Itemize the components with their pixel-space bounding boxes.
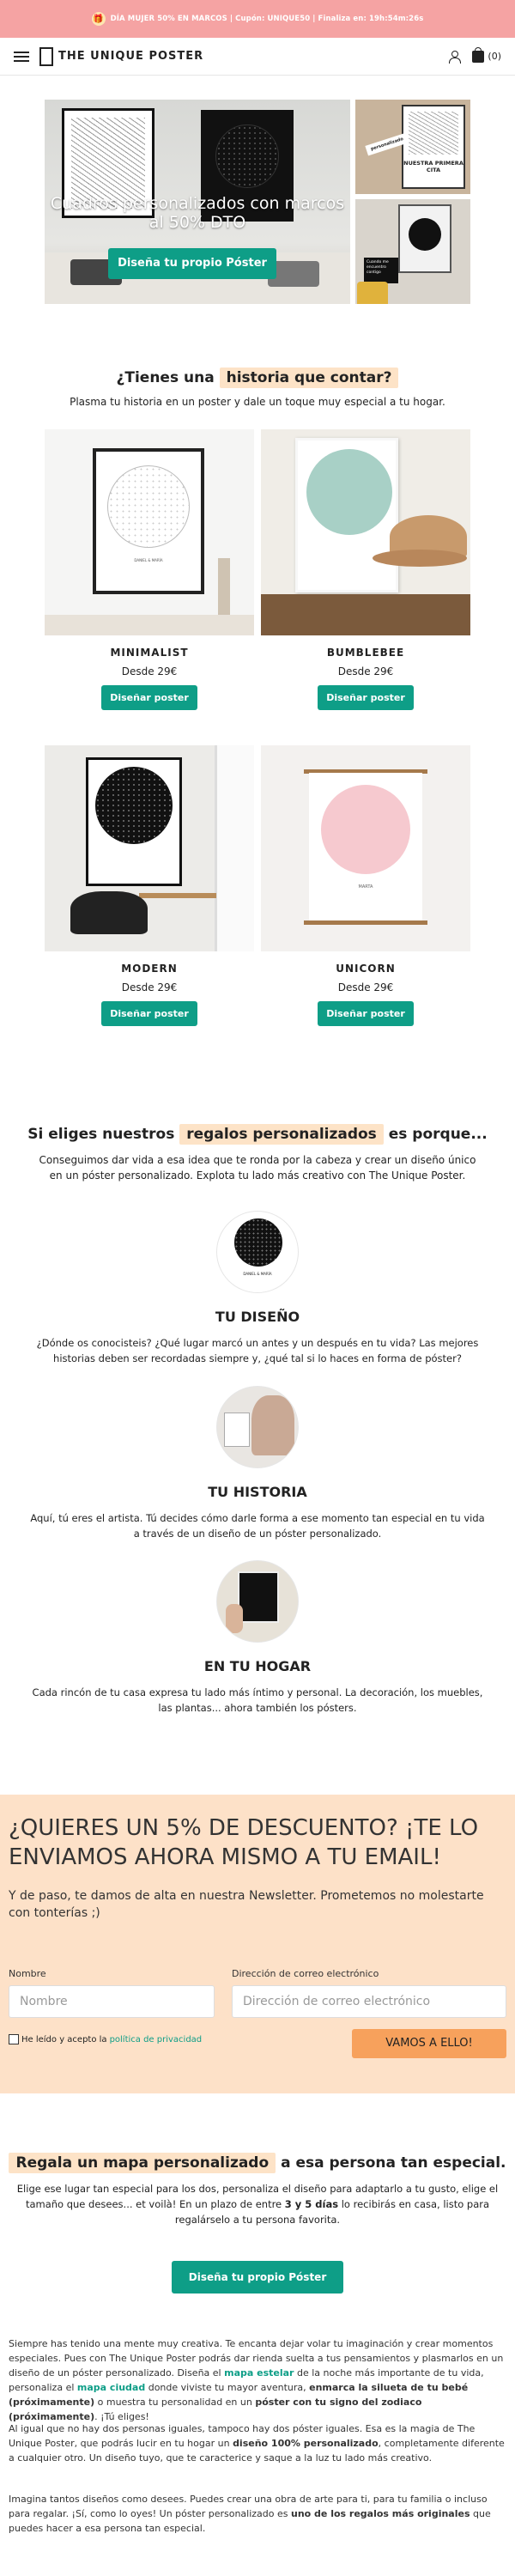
product-price: Desde 29€ [337, 665, 394, 677]
gift-map-subtitle: Elige ese lugar tan especial para los do… [12, 2181, 503, 2227]
email-input[interactable] [232, 1985, 506, 2018]
feature-image-home [216, 1560, 299, 1643]
feature-image-story [216, 1386, 299, 1468]
product-image-unicorn[interactable]: MARTA [261, 745, 470, 951]
feature-title: EN TU HOGAR [203, 1658, 312, 1674]
feature-text: Aquí, tú eres el artista. Tú decides cóm… [30, 1512, 485, 1540]
feature-image-design: DANIEL & MARÍA [216, 1211, 299, 1293]
hero-banner: Cuadros personalizados con marcos al 50%… [45, 100, 470, 304]
privacy-policy-link[interactable]: política de privacidad [110, 2035, 203, 2044]
gifts-title-pre: Si eliges nuestros [27, 1126, 175, 1143]
product-card-minimalist: DANIEL & MARÍA MINIMALIST Desde 29€ Dise… [45, 429, 254, 710]
gift-icon: 🎁 [91, 12, 106, 26]
body-paragraph-1: Siempre has tenido una mente muy creativ… [9, 2336, 506, 2424]
product-price: Desde 29€ [121, 665, 178, 677]
design-poster-button[interactable]: Diseñar poster [318, 1001, 414, 1026]
feature-tu-historia: TU HISTORIA Aquí, tú eres el artista. Tú… [26, 1386, 489, 1541]
product-image-minimalist[interactable]: DANIEL & MARÍA [45, 429, 254, 635]
feature-text: Cada rincón de tu casa expresa tu lado m… [32, 1686, 483, 1714]
gifts-title: Si eliges nuestros regalos personalizado… [0, 1124, 515, 1145]
hero-title: Cuadros personalizados con marcos al 50%… [50, 194, 345, 232]
feature-en-tu-hogar: EN TU HOGAR Cada rincón de tu casa expre… [26, 1560, 489, 1716]
promo-bar: 🎁 DÍA MUJER 50% EN MARCOS | Cupón: UNIQU… [0, 0, 515, 38]
consent-text: He leído y acepto la [21, 2034, 107, 2044]
hero-side-image-star-map[interactable]: Cuando me encuentro contigo [355, 199, 470, 304]
privacy-consent: He leído y acepto la política de privaci… [9, 2034, 202, 2044]
brand-name: THE UNIQUE POSTER [58, 50, 204, 63]
product-card-unicorn: MARTA UNICORN Desde 29€ Diseñar poster [261, 745, 470, 1026]
story-title: ¿Tienes una historia que contar? [0, 368, 515, 388]
account-icon[interactable] [448, 50, 462, 64]
gift-map-title-post: a esa persona tan especial. [281, 2154, 506, 2172]
gifts-title-post: es porque... [388, 1126, 488, 1143]
design-poster-button[interactable]: Diseñar poster [318, 685, 414, 710]
story-subtitle: Plasma tu historia en un poster y dale u… [70, 396, 445, 408]
newsletter-description: Y de paso, te damos de alta en nuestra N… [9, 1889, 484, 1920]
product-price: Desde 29€ [121, 981, 178, 993]
city-map-link[interactable]: mapa ciudad [77, 2382, 145, 2393]
brand-logo[interactable]: THE UNIQUE POSTER [39, 46, 204, 66]
product-name: UNICORN [336, 963, 396, 975]
design-poster-button[interactable]: Diseñar poster [101, 685, 197, 710]
gift-map-subtitle-bold: 3 y 5 días [284, 2198, 339, 2210]
product-name: BUMBLEBEE [326, 647, 405, 659]
design-poster-button[interactable]: Diseñar poster [101, 1001, 197, 1026]
hero-side-image-city-map[interactable]: NUESTRA PRIMERA CITA personalizado [355, 100, 470, 194]
gifts-subtitle: Conseguimos dar vida a esa idea que te r… [39, 1154, 476, 1182]
name-input[interactable] [9, 1985, 215, 2018]
product-price: Desde 29€ [337, 981, 394, 993]
newsletter-submit-button[interactable]: VAMOS A ELLO! [352, 2029, 506, 2058]
feature-title: TU DISEÑO [215, 1309, 300, 1325]
product-card-modern: MODERN Desde 29€ Diseñar poster [45, 745, 254, 1026]
side-tag: Cuando me encuentro contigo [364, 258, 398, 283]
product-name: MODERN [121, 963, 178, 975]
logo-frame-icon [39, 46, 53, 66]
privacy-checkbox[interactable] [9, 2034, 19, 2044]
gifts-title-highlight: regalos personalizados [179, 1124, 384, 1145]
menu-icon[interactable] [14, 51, 29, 62]
promo-text: DÍA MUJER 50% EN MARCOS | Cupón: UNIQUE5… [110, 15, 424, 23]
newsletter-title: ¿QUIERES UN 5% DE DESCUENTO? ¡TE LO ENVI… [9, 1815, 479, 1870]
feature-title: TU HISTORIA [208, 1484, 307, 1500]
feature-caption: DANIEL & MARÍA [243, 1272, 272, 1276]
p1-text-d: o muestra tu personalidad en un [97, 2397, 252, 2408]
hero-design-button[interactable]: Diseña tu propio Póster [108, 248, 276, 279]
p3-bold: uno de los regalos más originales [291, 2508, 470, 2519]
side-poster-title: NUESTRA PRIMERA CITA [403, 160, 464, 173]
p1-text-c: donde viviste tu mayor aventura, [148, 2382, 306, 2393]
name-label: Nombre [9, 1968, 46, 1979]
product-name: MINIMALIST [110, 647, 189, 659]
body-paragraph-2: Al igual que no hay dos personas iguales… [9, 2421, 506, 2465]
product-card-bumblebee: BUMBLEBEE Desde 29€ Diseñar poster [261, 429, 470, 710]
feature-text: ¿Dónde os conocisteis? ¿Qué lugar marcó … [36, 1337, 479, 1364]
story-title-highlight: historia que contar? [219, 368, 399, 388]
email-label: Dirección de correo electrónico [232, 1968, 379, 1979]
body-paragraph-3: Imagina tantos diseños como desees. Pued… [9, 2492, 506, 2536]
product-caption: MARTA [358, 884, 373, 890]
feature-tu-diseno: DANIEL & MARÍA TU DISEÑO ¿Dónde os conoc… [26, 1211, 489, 1366]
cart-count: (0) [488, 51, 501, 62]
cart-button[interactable]: (0) [472, 46, 501, 63]
p2-bold: diseño 100% personalizado [233, 2438, 379, 2449]
cart-icon [472, 46, 485, 63]
product-image-bumblebee[interactable] [261, 429, 470, 635]
top-nav: THE UNIQUE POSTER (0) [0, 38, 515, 76]
story-title-pre: ¿Tienes una [116, 369, 215, 386]
gift-map-title: Regala un mapa personalizado a esa perso… [0, 2153, 515, 2173]
star-map-link[interactable]: mapa estelar [224, 2367, 294, 2379]
product-caption: DANIEL & MARÍA [134, 558, 163, 562]
product-image-modern[interactable] [45, 745, 254, 951]
gift-map-design-button[interactable]: Diseña tu propio Póster [172, 2261, 343, 2293]
gift-map-title-highlight: Regala un mapa personalizado [9, 2153, 276, 2173]
